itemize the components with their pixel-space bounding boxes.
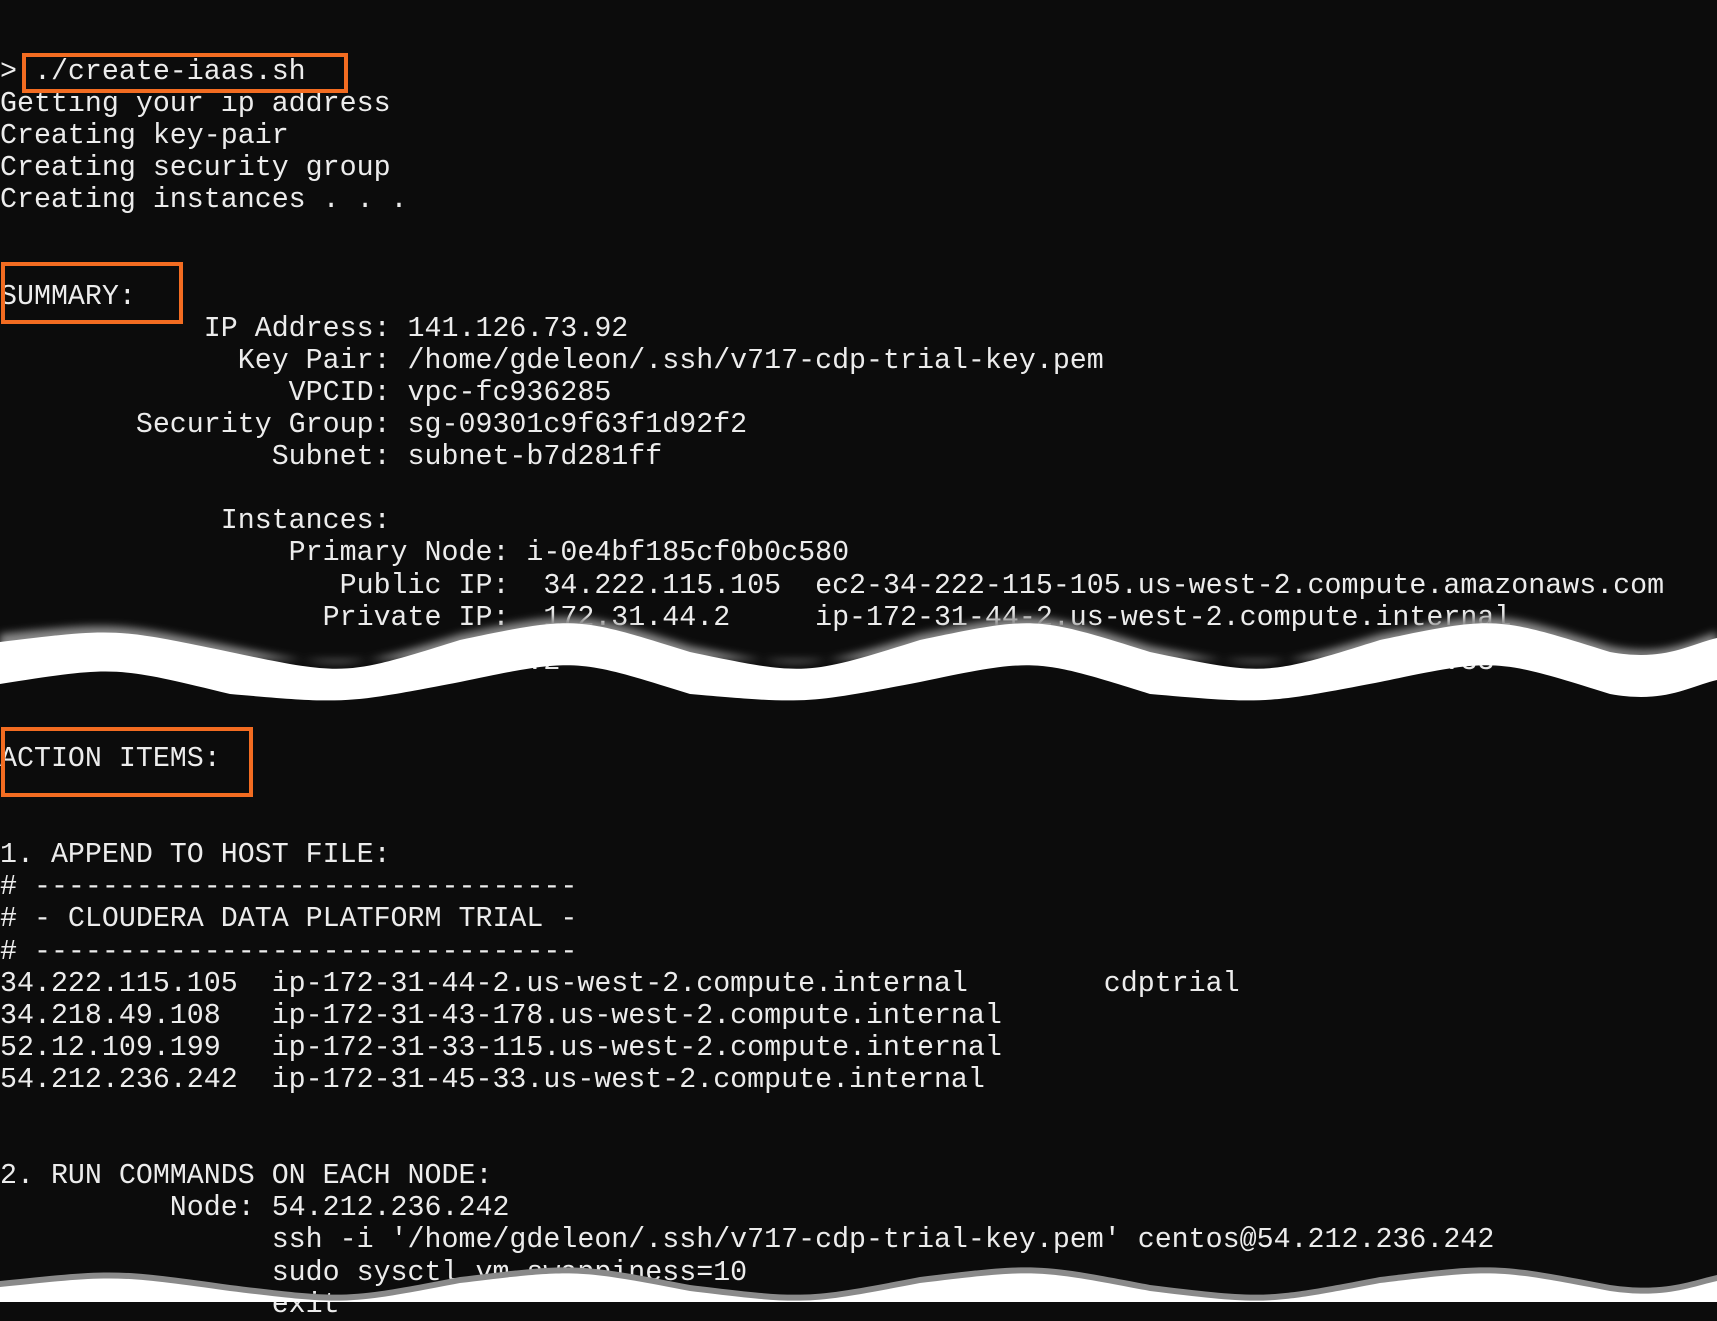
terminal-line: ssh -i '/home/gdeleon/.ssh/v717-cdp-tria… bbox=[0, 1224, 1495, 1257]
terminal-line: Subnet: subnet-b7d281ff bbox=[0, 441, 663, 474]
terminal-line: Security Group: sg-09301c9f63f1d92f2 bbox=[0, 409, 748, 442]
terminal-line: Creating security group bbox=[0, 152, 391, 185]
terminal-line: VPCID: vpc-fc936285 bbox=[0, 376, 612, 409]
terminal-line: 54.212.236.242 ip-172-31-45-33.us-west-2… bbox=[0, 1063, 985, 1096]
highlight-command bbox=[22, 53, 348, 93]
terminal-output-bottom: ACTION ITEMS: 1. APPEND TO HOST FILE: # --… bbox=[0, 743, 1494, 1321]
highlight-summary bbox=[1, 262, 183, 324]
terminal-line: 1. APPEND TO HOST FILE: bbox=[0, 839, 391, 872]
terminal-output-top: > ./create-iaas.sh Getting your ip addres… bbox=[0, 56, 1664, 634]
terminal-line: Creating key-pair bbox=[0, 120, 289, 153]
terminal-line: SUMMARY: bbox=[0, 280, 136, 313]
terminal-line: IP Address: 141.126.73.92 bbox=[0, 312, 629, 345]
terminal-line: 34.218.49.108 ip-172-31-43-178.us-west-2… bbox=[0, 999, 1002, 1032]
terminal-line: Public IP: 34.222.115.105 ec2-34-222-115… bbox=[0, 569, 1665, 602]
terminal-line: Creating instances . . . bbox=[0, 184, 408, 217]
terminal-line: 2. RUN COMMANDS ON EACH NODE: bbox=[0, 1160, 493, 1193]
terminal-line: # -------------------------------- bbox=[0, 871, 578, 904]
torn-edge-bottom bbox=[0, 1267, 1717, 1302]
highlight-action-items bbox=[1, 727, 253, 797]
torn-edge-middle bbox=[0, 617, 1717, 701]
terminal-line: Primary Node: i-0e4bf185cf0b0c580 bbox=[0, 537, 850, 570]
terminal-line: 34.222.115.105 ip-172-31-44-2.us-west-2.… bbox=[0, 967, 1240, 1000]
terminal-line: 52.12.109.199 ip-172-31-33-115.us-west-2… bbox=[0, 1031, 1002, 1064]
terminal-line: Key Pair: /home/gdeleon/.ssh/v717-cdp-tr… bbox=[0, 344, 1104, 377]
terminal-line: # - CLOUDERA DATA PLATFORM TRIAL - bbox=[0, 903, 578, 936]
terminal-line: Node: 54.212.236.242 bbox=[0, 1192, 510, 1225]
terminal-line: # -------------------------------- bbox=[0, 935, 578, 968]
terminal-line: Instances: bbox=[0, 505, 391, 538]
